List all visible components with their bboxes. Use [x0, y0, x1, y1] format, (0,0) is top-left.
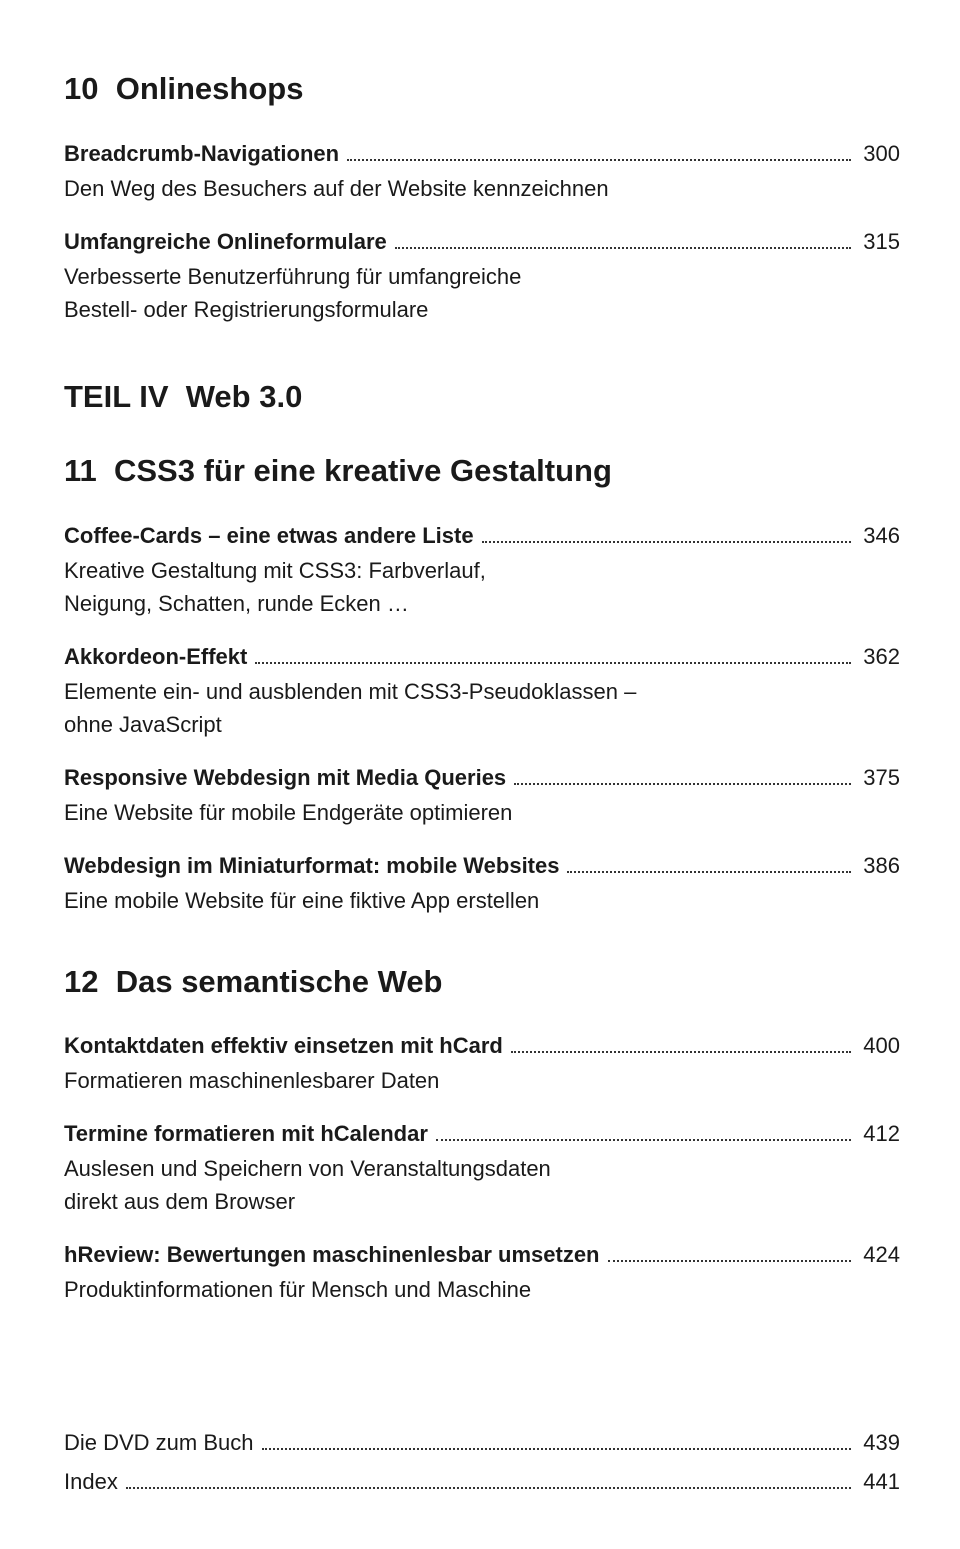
- toc-title: Kontaktdaten effektiv einsetzen mit hCar…: [64, 1029, 503, 1062]
- toc-dots: [482, 523, 852, 543]
- toc-entry: Responsive Webdesign mit Media Queries 3…: [64, 761, 900, 829]
- toc-dots: [255, 644, 851, 664]
- toc-dots: [436, 1121, 851, 1141]
- toc-entry: hReview: Bewertungen maschinenlesbar ums…: [64, 1238, 900, 1306]
- toc-title: Umfangreiche Onlineformulare: [64, 225, 387, 258]
- toc-dots: [608, 1242, 852, 1262]
- toc-page: 400: [857, 1029, 900, 1062]
- chapter-10-heading: 10 Onlineshops: [64, 66, 900, 113]
- toc-title: Akkordeon-Effekt: [64, 640, 247, 673]
- toc-dots: [126, 1469, 851, 1489]
- toc-entry: Kontaktdaten effektiv einsetzen mit hCar…: [64, 1029, 900, 1097]
- toc-description: Kreative Gestaltung mit CSS3: Farbverlau…: [64, 554, 900, 620]
- toc-page: 300: [857, 137, 900, 170]
- toc-dots: [262, 1430, 852, 1450]
- toc-title: Index: [64, 1465, 118, 1498]
- chapter-11-heading: 11 CSS3 für eine kreative Gestaltung: [64, 448, 900, 495]
- toc-page: 315: [857, 225, 900, 258]
- toc-dots: [347, 141, 851, 161]
- toc-page: 386: [857, 849, 900, 882]
- toc-description: Auslesen und Speichern von Veranstaltung…: [64, 1152, 900, 1218]
- toc-dots: [511, 1033, 851, 1053]
- toc-entry: Webdesign im Miniaturformat: mobile Webs…: [64, 849, 900, 917]
- toc-title: Webdesign im Miniaturformat: mobile Webs…: [64, 849, 559, 882]
- toc-entry: Coffee-Cards – eine etwas andere Liste 3…: [64, 519, 900, 620]
- toc-dots: [514, 765, 851, 785]
- toc-description: Formatieren maschinenlesbarer Daten: [64, 1064, 900, 1097]
- chapter-12-heading: 12 Das semantische Web: [64, 959, 900, 1006]
- toc-page: 362: [857, 640, 900, 673]
- toc-title: hReview: Bewertungen maschinenlesbar ums…: [64, 1238, 600, 1271]
- toc-description: Eine mobile Website für eine fiktive App…: [64, 884, 900, 917]
- toc-title: Breadcrumb-Navigationen: [64, 137, 339, 170]
- toc-title: Responsive Webdesign mit Media Queries: [64, 761, 506, 794]
- part-iv-heading: TEIL IV Web 3.0: [64, 374, 900, 421]
- toc-entry: Akkordeon-Effekt 362 Elemente ein- und a…: [64, 640, 900, 741]
- toc-title: Die DVD zum Buch: [64, 1426, 254, 1459]
- toc-entry: Umfangreiche Onlineformulare 315 Verbess…: [64, 225, 900, 326]
- toc-title: Termine formatieren mit hCalendar: [64, 1117, 428, 1150]
- toc-description: Produktinformationen für Mensch und Masc…: [64, 1273, 900, 1306]
- toc-entry: Die DVD zum Buch 439: [64, 1426, 900, 1459]
- toc-entry: Breadcrumb-Navigationen 300 Den Weg des …: [64, 137, 900, 205]
- toc-page: 439: [857, 1426, 900, 1459]
- toc-page: 375: [857, 761, 900, 794]
- toc-dots: [395, 229, 852, 249]
- toc-entry: Termine formatieren mit hCalendar 412 Au…: [64, 1117, 900, 1218]
- toc-page: 346: [857, 519, 900, 552]
- toc-page: 441: [857, 1465, 900, 1498]
- toc-page: 424: [857, 1238, 900, 1271]
- toc-description: Verbesserte Benutzerführung für umfangre…: [64, 260, 900, 326]
- toc-description: Elemente ein- und ausblenden mit CSS3-Ps…: [64, 675, 900, 741]
- toc-description: Den Weg des Besuchers auf der Website ke…: [64, 172, 900, 205]
- toc-title: Coffee-Cards – eine etwas andere Liste: [64, 519, 474, 552]
- toc-description: Eine Website für mobile Endgeräte optimi…: [64, 796, 900, 829]
- toc-page: 412: [857, 1117, 900, 1150]
- toc-entry: Index 441: [64, 1465, 900, 1498]
- toc-dots: [567, 853, 851, 873]
